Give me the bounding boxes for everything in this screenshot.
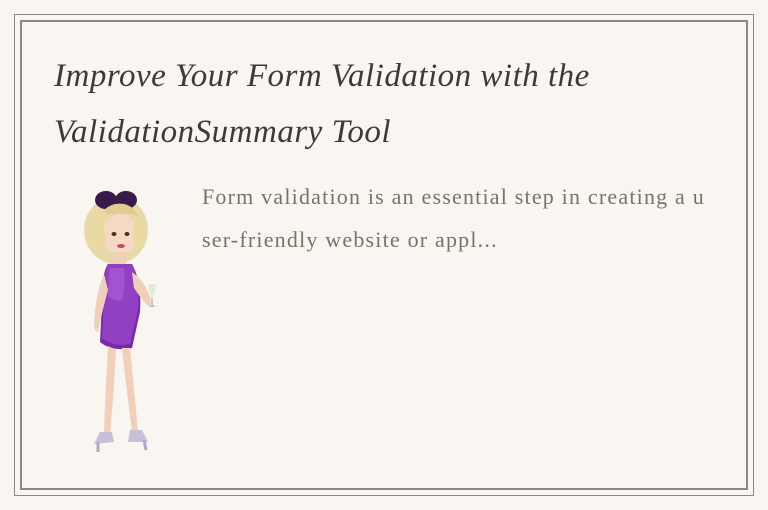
- inner-frame: Improve Your Form Validation with the Va…: [20, 20, 748, 490]
- article-title: Improve Your Form Validation with the Va…: [54, 48, 714, 160]
- woman-illustration: [54, 172, 184, 472]
- woman-figure-icon: [54, 172, 184, 472]
- article-body: Form validation is an essential step in …: [202, 172, 714, 262]
- content-row: Form validation is an essential step in …: [54, 172, 714, 472]
